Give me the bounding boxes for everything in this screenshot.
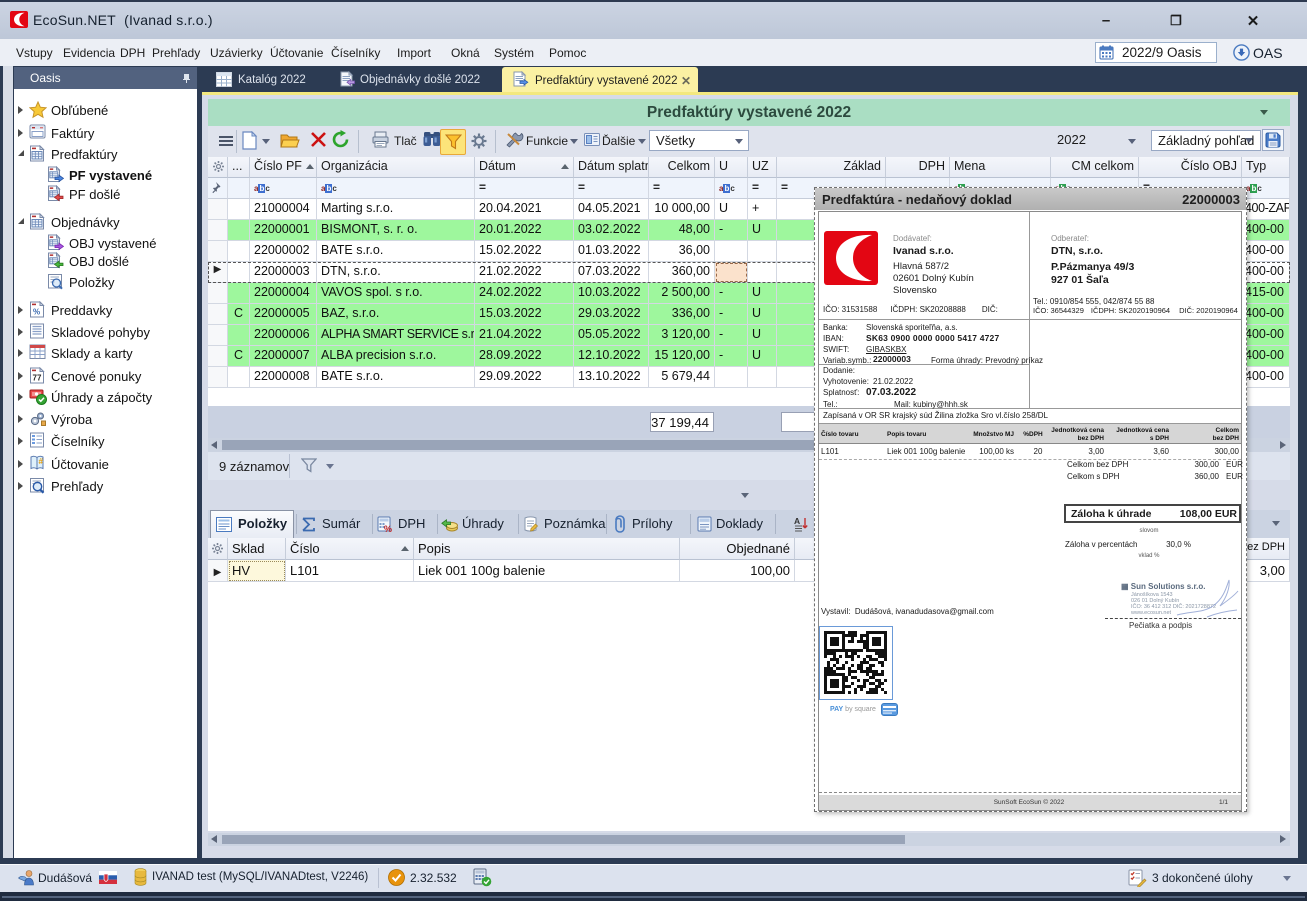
svg-text:%: % [384,524,392,533]
svg-text:A: A [794,516,800,526]
svg-text:%: % [33,308,40,317]
svg-text:77: 77 [33,374,42,383]
svg-text:#: # [39,457,44,466]
